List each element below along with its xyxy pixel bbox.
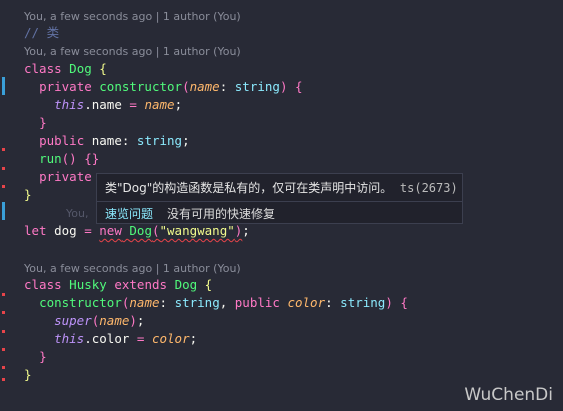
code-line[interactable]: this.color = color;: [24, 330, 197, 348]
git-change-marker[interactable]: [2, 77, 5, 95]
keyword: class: [24, 277, 62, 292]
method-name: constructor: [39, 295, 122, 310]
error-marker[interactable]: [2, 330, 5, 333]
code-line[interactable]: private: [24, 168, 92, 186]
error-message: 类"Dog"的构造函数是私有的，仅可在类声明中访问。 ts(2673): [105, 181, 458, 195]
error-marker[interactable]: [2, 348, 5, 351]
keyword: private: [39, 169, 92, 184]
parameter: name: [144, 97, 175, 112]
code-line[interactable]: run() {}: [24, 150, 99, 168]
error-marker[interactable]: [2, 311, 5, 314]
error-marker[interactable]: [2, 293, 5, 296]
keyword: let: [24, 223, 47, 238]
code-line[interactable]: public name: string;: [24, 132, 190, 150]
error-marker[interactable]: [2, 366, 5, 369]
code-line[interactable]: private constructor(name: string) {: [24, 78, 302, 96]
keyword: private: [39, 79, 92, 94]
error-marker[interactable]: [2, 167, 5, 170]
code-line[interactable]: }: [24, 186, 32, 204]
codelens-ghost: You,: [66, 207, 89, 220]
type-name: string: [136, 133, 183, 148]
code-line[interactable]: }: [24, 366, 32, 384]
property: name: [91, 133, 122, 148]
git-change-marker[interactable]: [2, 202, 5, 220]
error-hover-tooltip: 类"Dog"的构造函数是私有的，仅可在类声明中访问。 ts(2673) 速览问题…: [96, 173, 463, 224]
code-line[interactable]: class Husky extends Dog {: [24, 276, 212, 294]
brace: {: [91, 61, 107, 76]
divider: [97, 201, 462, 202]
class-name: Dog: [69, 61, 92, 76]
keyword: extends: [114, 277, 168, 292]
super-keyword: super: [54, 313, 92, 328]
error-marker[interactable]: [2, 378, 5, 381]
error-marker[interactable]: [2, 185, 5, 188]
code-line[interactable]: let dog = new Dog("wangwang");: [24, 222, 250, 240]
code-line[interactable]: class Dog {: [24, 60, 107, 78]
keyword: class: [24, 61, 62, 76]
peek-problem-link[interactable]: 速览问题: [105, 207, 153, 221]
error-marker[interactable]: [2, 148, 5, 151]
property: name: [91, 97, 122, 112]
code-line[interactable]: this.name = name;: [24, 96, 182, 114]
error-underline[interactable]: new Dog("wangwang"): [99, 223, 242, 238]
type-name: string: [234, 79, 280, 94]
code-line[interactable]: }: [24, 348, 47, 366]
code-line[interactable]: super(name);: [24, 312, 144, 330]
error-code: ts(2673): [399, 181, 458, 195]
class-name: Dog: [174, 277, 198, 292]
class-name: Husky: [69, 277, 107, 292]
watermark: WuChenDi: [464, 385, 553, 405]
this-keyword: this: [54, 97, 85, 112]
hover-actions: 速览问题 没有可用的快速修复: [105, 205, 275, 222]
code-comment: // 类: [24, 25, 60, 40]
keyword: public: [39, 133, 85, 148]
parameter: name: [189, 79, 220, 94]
editor-gutter: [0, 0, 6, 411]
method-name: constructor: [99, 79, 183, 94]
variable: dog: [54, 223, 77, 238]
no-quick-fix-text: 没有可用的快速修复: [167, 207, 276, 221]
code-line[interactable]: constructor(name: string, public color: …: [24, 294, 408, 312]
code-line[interactable]: }: [24, 114, 47, 132]
codelens-blame[interactable]: You, a few seconds ago | 1 author (You): [24, 43, 241, 61]
method-name: run: [39, 151, 62, 166]
